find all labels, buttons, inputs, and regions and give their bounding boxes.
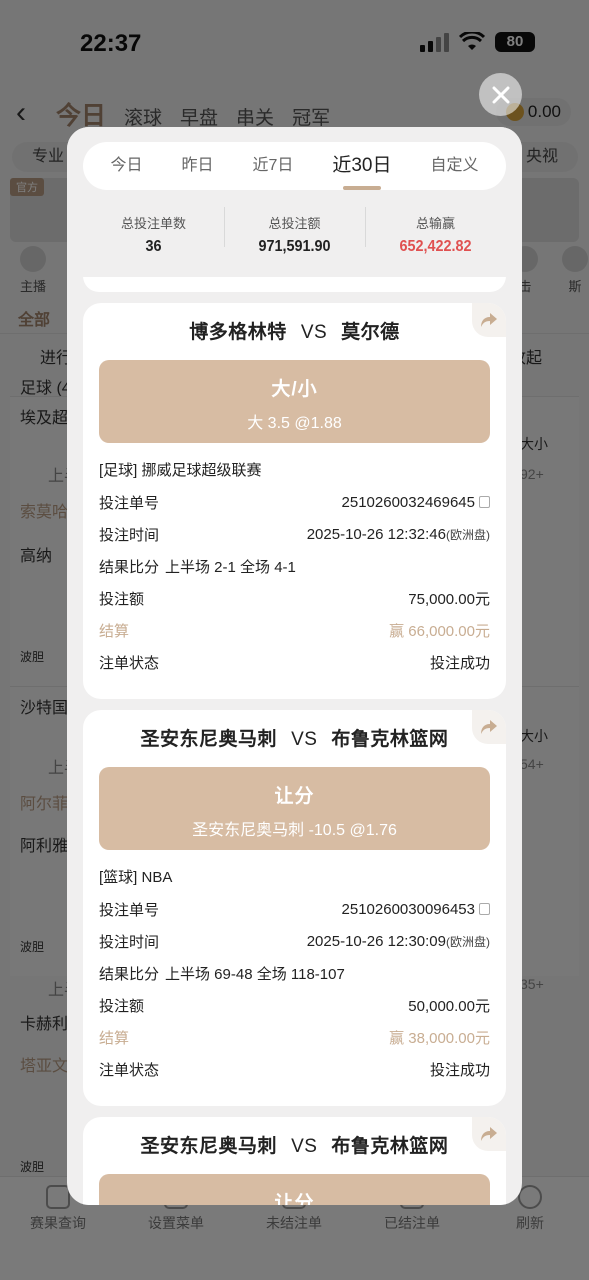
home-team: 博多格林特 xyxy=(189,322,287,343)
close-button[interactable] xyxy=(479,73,522,116)
share-button[interactable] xyxy=(472,1117,506,1151)
match-title: 圣安东尼奥马刺 VS 布鲁克林篮网 xyxy=(83,724,506,751)
settle-row: 结算 赢 66,000.00元 xyxy=(99,614,490,646)
market-box: 让分 xyxy=(99,1174,490,1205)
time-row: 投注时间 2025-10-26 12:30:09(欧洲盘) xyxy=(99,925,490,957)
away-team: 莫尔德 xyxy=(341,322,400,343)
score-value: 上半场 2-1 全场 4-1 xyxy=(165,558,296,576)
settle-label: 结算 xyxy=(99,1029,130,1047)
order-row: 投注单号 2510260032469645 xyxy=(99,486,490,518)
score-label: 结果比分 xyxy=(99,965,160,983)
market-name: 让分 xyxy=(274,1193,315,1205)
date-range-tabs: 今日 昨日 近7日 近30日 自定义 xyxy=(83,142,506,190)
stat-total-bets: 总投注单数 36 xyxy=(83,201,224,257)
away-team: 布鲁克林篮网 xyxy=(331,729,449,750)
share-button[interactable] xyxy=(472,710,506,744)
time-label: 投注时间 xyxy=(99,933,160,951)
stat-value: 971,591.90 xyxy=(258,238,331,255)
market-name: 大/小 xyxy=(271,379,318,400)
summary-stats: 总投注单数 36 总投注额 971,591.90 总输赢 652,422.82 xyxy=(83,201,506,257)
bet-time: 2025-10-26 12:32:46 xyxy=(306,525,446,543)
order-row: 投注单号 2510260030096453 xyxy=(99,893,490,925)
bet-card: 圣安东尼奥马刺 VS 布鲁克林篮网 让分 xyxy=(83,1117,506,1205)
settle-value: 赢 66,000.00元 xyxy=(389,622,490,640)
amount-value: 50,000.00元 xyxy=(408,997,490,1015)
range-tab-today[interactable]: 今日 xyxy=(110,142,142,190)
order-number: 2510260032469645 xyxy=(341,493,475,511)
score-label: 结果比分 xyxy=(99,558,160,576)
league-name: [足球] 挪威足球超级联赛 xyxy=(99,462,262,479)
status-row: 注单状态 投注成功 xyxy=(99,646,490,678)
match-title: 圣安东尼奥马刺 VS 布鲁克林篮网 xyxy=(83,1131,506,1158)
range-tab-7d[interactable]: 近7日 xyxy=(252,142,293,190)
settle-row: 结算 赢 38,000.00元 xyxy=(99,1021,490,1053)
stat-value: 36 xyxy=(145,238,162,255)
odds-type: (欧洲盘) xyxy=(446,934,490,949)
stat-total-profit: 总输赢 652,422.82 xyxy=(365,201,506,257)
close-icon xyxy=(492,86,509,103)
market-pick: 圣安东尼奥马刺 -10.5 @1.76 xyxy=(192,822,397,839)
settle-value: 赢 38,000.00元 xyxy=(389,1029,490,1047)
bet-card: 圣安东尼奥马刺 VS 布鲁克林篮网 让分 圣安东尼奥马刺 -10.5 @1.76 [… xyxy=(83,710,506,1106)
status-value: 投注成功 xyxy=(429,654,490,672)
share-icon xyxy=(481,720,497,734)
range-tab-custom[interactable]: 自定义 xyxy=(430,142,478,190)
modal-header: 今日 昨日 近7日 近30日 自定义 总投注单数 36 总投注额 971,591… xyxy=(67,127,522,277)
share-button[interactable] xyxy=(472,303,506,337)
stat-label: 总输赢 xyxy=(415,216,455,231)
time-label: 投注时间 xyxy=(99,526,160,544)
status-label: 注单状态 xyxy=(99,654,160,672)
home-team: 圣安东尼奥马刺 xyxy=(140,1136,278,1157)
share-icon xyxy=(481,1127,497,1141)
vs-label: VS xyxy=(291,729,318,750)
copy-icon[interactable] xyxy=(479,495,490,508)
market-pick: 大 3.5 @1.88 xyxy=(247,415,342,432)
amount-row: 投注额 50,000.00元 xyxy=(99,989,490,1021)
market-box: 大/小 大 3.5 @1.88 xyxy=(99,360,490,443)
order-number: 2510260030096453 xyxy=(341,900,475,918)
status-label: 注单状态 xyxy=(99,1061,160,1079)
bet-time: 2025-10-26 12:30:09 xyxy=(306,932,446,950)
stat-label: 总投注额 xyxy=(268,216,321,231)
market-box: 让分 圣安东尼奥马刺 -10.5 @1.76 xyxy=(99,767,490,850)
settled-bets-modal: 今日 昨日 近7日 近30日 自定义 总投注单数 36 总投注额 971,591… xyxy=(67,127,522,1205)
match-title: 博多格林特 VS 莫尔德 xyxy=(83,317,506,344)
amount-label: 投注额 xyxy=(99,997,145,1015)
amount-row: 投注额 75,000.00元 xyxy=(99,582,490,614)
range-tab-yesterday[interactable]: 昨日 xyxy=(181,142,213,190)
stat-value: 652,422.82 xyxy=(399,238,472,255)
away-team: 布鲁克林篮网 xyxy=(331,1136,449,1157)
home-team: 圣安东尼奥马刺 xyxy=(140,729,278,750)
market-name: 让分 xyxy=(274,786,315,807)
stat-total-stake: 总投注额 971,591.90 xyxy=(224,201,365,257)
time-row: 投注时间 2025-10-26 12:32:46(欧洲盘) xyxy=(99,518,490,550)
status-value: 投注成功 xyxy=(429,1061,490,1079)
bet-list[interactable]: 博多格林特 VS 莫尔德 大/小 大 3.5 @1.88 [足球] 挪威足球超级联赛… xyxy=(67,257,522,1205)
odds-type: (欧洲盘) xyxy=(446,527,490,542)
range-tab-30d[interactable]: 近30日 xyxy=(332,142,391,190)
amount-label: 投注额 xyxy=(99,590,145,608)
amount-value: 75,000.00元 xyxy=(408,590,490,608)
share-icon xyxy=(481,313,497,327)
copy-icon[interactable] xyxy=(479,902,490,915)
vs-label: VS xyxy=(291,1136,318,1157)
vs-label: VS xyxy=(300,322,328,343)
score-row: 结果比分 上半场 69-48 全场 118-107 xyxy=(99,957,490,989)
order-label: 投注单号 xyxy=(99,494,160,512)
stat-label: 总投注单数 xyxy=(120,216,186,231)
score-row: 结果比分 上半场 2-1 全场 4-1 xyxy=(99,550,490,582)
order-label: 投注单号 xyxy=(99,901,160,919)
status-row: 注单状态 投注成功 xyxy=(99,1053,490,1085)
league-name: [篮球] NBA xyxy=(99,869,173,886)
score-value: 上半场 69-48 全场 118-107 xyxy=(165,965,345,983)
settle-label: 结算 xyxy=(99,622,130,640)
bet-card: 博多格林特 VS 莫尔德 大/小 大 3.5 @1.88 [足球] 挪威足球超级联赛… xyxy=(83,303,506,699)
